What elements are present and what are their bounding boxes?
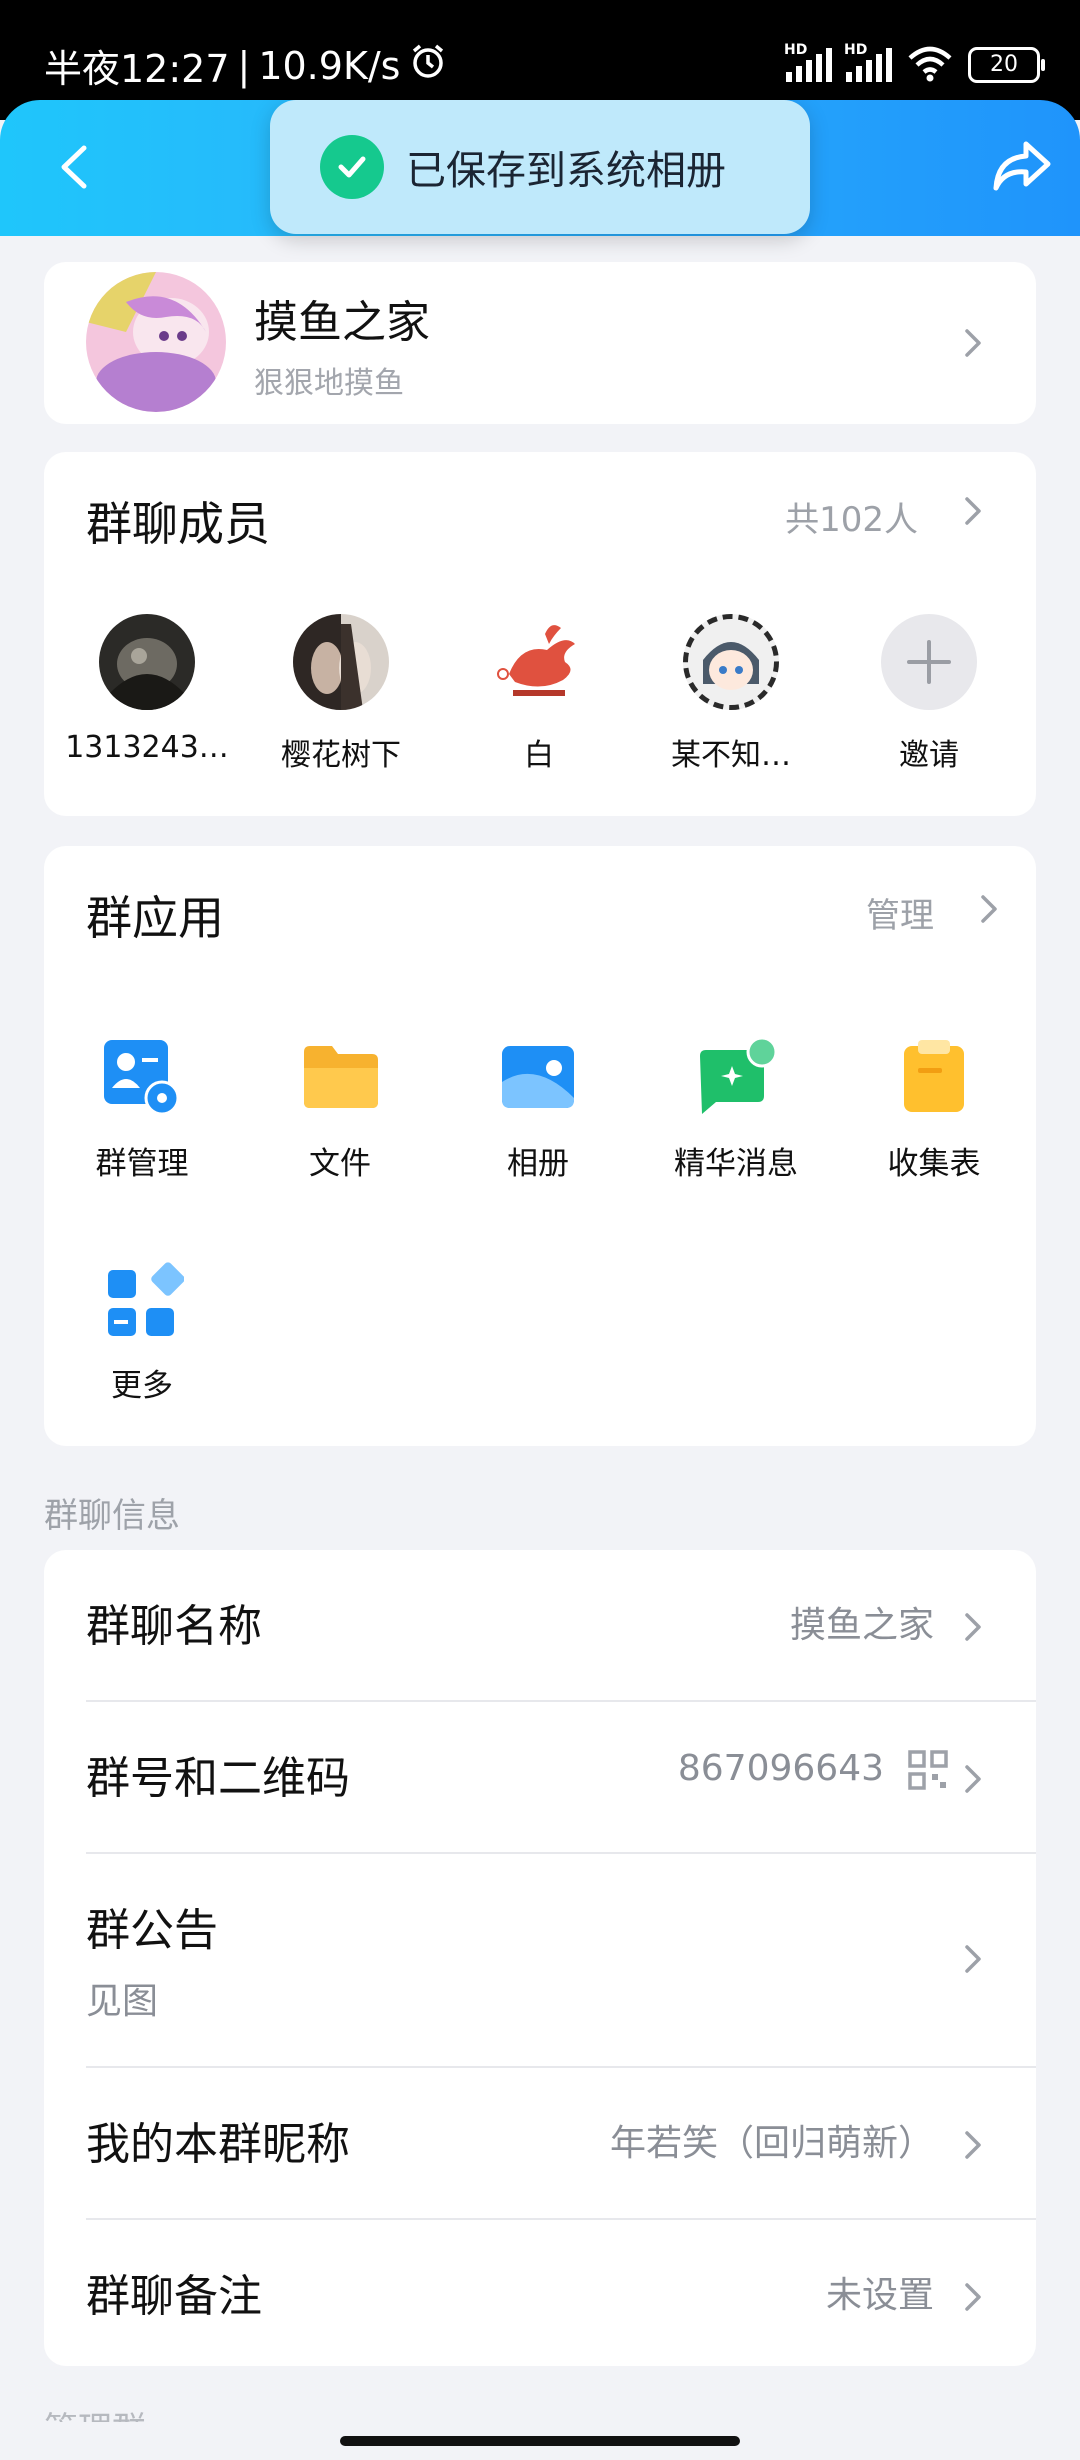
member-item[interactable]: 白 xyxy=(444,614,634,774)
members-card: 群聊成员 共102人 1313243… 樱花树下 白 某不知… 邀请 xyxy=(44,452,1036,816)
member-name: 某不知… xyxy=(671,738,791,773)
app-label: 群管理 xyxy=(95,1146,189,1182)
app-label: 更多 xyxy=(111,1368,173,1404)
row-group-announcement[interactable]: 群公告 见图 xyxy=(86,1894,994,2024)
row-key: 群聊备注 xyxy=(86,2271,262,2322)
chevron-right-icon[interactable] xyxy=(964,1764,982,1794)
row-my-nickname[interactable]: 我的本群昵称 年若笑（回归萌新） xyxy=(86,2108,994,2178)
row-group-name[interactable]: 群聊名称 摸鱼之家 xyxy=(86,1590,994,1660)
network-speed: 10.9K/s xyxy=(258,43,401,88)
back-button[interactable] xyxy=(50,142,100,192)
member-item[interactable]: 某不知… xyxy=(636,614,826,774)
app-files[interactable]: 文件 xyxy=(240,1036,440,1183)
member-item[interactable]: 樱花树下 xyxy=(246,614,436,774)
signal-icon-2: HD xyxy=(844,42,892,82)
group-number: 867096643 xyxy=(677,1748,884,1789)
divider xyxy=(86,2066,1036,2068)
app-collection-form[interactable]: 收集表 xyxy=(834,1036,1034,1183)
member-avatar xyxy=(99,614,195,710)
status-time: 半夜12:27 xyxy=(44,47,230,91)
divider xyxy=(86,1852,1036,1854)
member-name: 1313243… xyxy=(65,730,229,765)
chevron-right-icon xyxy=(964,328,982,358)
app-essence-messages[interactable]: 精华消息 xyxy=(636,1036,836,1183)
chevron-right-icon[interactable] xyxy=(964,1944,982,1974)
members-title: 群聊成员 xyxy=(86,497,270,551)
app-more[interactable]: 更多 xyxy=(42,1258,242,1405)
group-info-card: 群聊名称 摸鱼之家 群号和二维码 867096643 群公告 见图 我的本群昵称… xyxy=(44,1550,1036,2366)
member-avatar xyxy=(293,614,389,710)
toast-text: 已保存到系统相册 xyxy=(406,148,726,194)
row-key: 群号和二维码 xyxy=(86,1753,350,1804)
group-manage-icon xyxy=(100,1036,184,1120)
app-label: 收集表 xyxy=(887,1146,981,1182)
member-name: 白 xyxy=(524,738,554,773)
row-group-remark[interactable]: 群聊备注 未设置 xyxy=(86,2260,994,2330)
group-name: 摸鱼之家 xyxy=(254,297,430,348)
member-avatar xyxy=(491,614,587,710)
signal-icon-1: HD xyxy=(784,42,832,82)
home-indicator[interactable] xyxy=(340,2436,740,2446)
saved-toast: 已保存到系统相册 xyxy=(270,100,810,234)
row-group-number-qrcode[interactable]: 群号和二维码 867096643 xyxy=(86,1742,994,1812)
battery-icon: 20 xyxy=(968,47,1045,83)
row-key: 群公告 xyxy=(86,1905,218,1956)
next-section-label: 管理群 xyxy=(44,2402,146,2422)
wifi-icon xyxy=(906,44,954,86)
invite-label: 邀请 xyxy=(899,738,959,773)
essence-message-icon xyxy=(694,1036,778,1120)
row-value: 未设置 xyxy=(825,2275,934,2316)
row-value: 年若笑（回归萌新） xyxy=(609,2123,934,2164)
group-profile-card[interactable]: 摸鱼之家 狠狠地摸鱼 xyxy=(44,262,1036,424)
info-section-label: 群聊信息 xyxy=(44,1496,180,1536)
folder-icon xyxy=(298,1036,382,1120)
member-count[interactable]: 共102人 xyxy=(785,492,918,541)
check-circle-icon xyxy=(320,135,384,199)
clipboard-icon xyxy=(892,1036,976,1120)
apps-manage-link[interactable]: 管理 xyxy=(866,888,934,937)
row-key: 群聊名称 xyxy=(86,1601,262,1652)
status-left: 半夜12:27 | 10.9K/s xyxy=(44,38,448,93)
invite-button[interactable]: 邀请 xyxy=(834,614,1024,774)
chevron-right-icon[interactable] xyxy=(964,1612,982,1642)
member-name: 樱花树下 xyxy=(281,738,401,773)
chevron-right-icon[interactable] xyxy=(964,2282,982,2312)
album-icon xyxy=(496,1036,580,1120)
status-separator: | xyxy=(237,43,251,88)
divider xyxy=(86,1700,1036,1702)
status-right: HD HD 20 xyxy=(784,42,1045,86)
app-label: 相册 xyxy=(507,1146,569,1182)
app-label: 精华消息 xyxy=(674,1146,798,1182)
app-album[interactable]: 相册 xyxy=(438,1036,638,1183)
alarm-icon xyxy=(408,41,448,90)
chevron-right-icon[interactable] xyxy=(980,894,998,924)
group-subtitle: 狠狠地摸鱼 xyxy=(254,366,404,401)
plus-icon xyxy=(881,614,977,710)
more-apps-icon xyxy=(100,1258,185,1342)
apps-title: 群应用 xyxy=(86,891,224,945)
member-item[interactable]: 1313243… xyxy=(52,614,242,765)
app-label: 文件 xyxy=(309,1146,371,1182)
group-avatar[interactable] xyxy=(86,272,226,412)
group-apps-card: 群应用 管理 群管理 文件 相册 精华消息 收集表 更多 xyxy=(44,846,1036,1446)
qr-code-icon[interactable] xyxy=(908,1750,948,1790)
chevron-right-icon[interactable] xyxy=(964,2130,982,2160)
row-value: 摸鱼之家 xyxy=(789,1605,934,1646)
announcement-preview: 见图 xyxy=(86,1981,159,2022)
row-key: 我的本群昵称 xyxy=(86,2119,350,2170)
divider xyxy=(86,2218,1036,2220)
share-button[interactable] xyxy=(990,136,1054,196)
app-group-management[interactable]: 群管理 xyxy=(42,1036,242,1183)
chevron-right-icon[interactable] xyxy=(964,496,982,526)
member-avatar xyxy=(683,614,779,710)
